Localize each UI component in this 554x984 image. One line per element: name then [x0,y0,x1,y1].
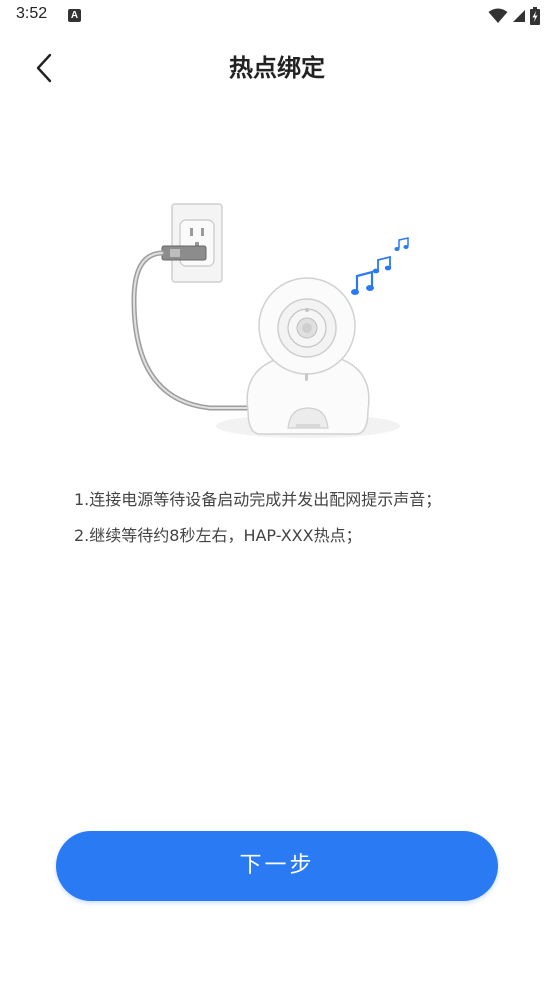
status-icons [488,6,540,26]
battery-charging-icon [530,7,540,25]
camera-icon [246,277,370,435]
nav-bar: 热点绑定 [0,36,554,100]
music-notes-icon [351,237,409,295]
instructions: 1.连接电源等待设备启动完成并发出配网提示声音； 2.继续等待约8秒左右，HAP… [74,486,466,558]
status-bar: 3:52 A [0,0,554,32]
setup-illustration [120,190,440,450]
power-outlet-icon [171,203,223,283]
signal-icon [513,10,525,22]
notification-icon: A [68,9,81,22]
instruction-step-1: 1.连接电源等待设备启动完成并发出配网提示声音； [74,490,442,509]
status-time: 3:52 [16,5,48,22]
instruction-step-2: 2.继续等待约8秒左右，HAP-XXX热点； [74,526,362,545]
next-button[interactable]: 下一步 [56,831,498,901]
wifi-icon [488,8,508,23]
page-title: 热点绑定 [229,54,325,82]
